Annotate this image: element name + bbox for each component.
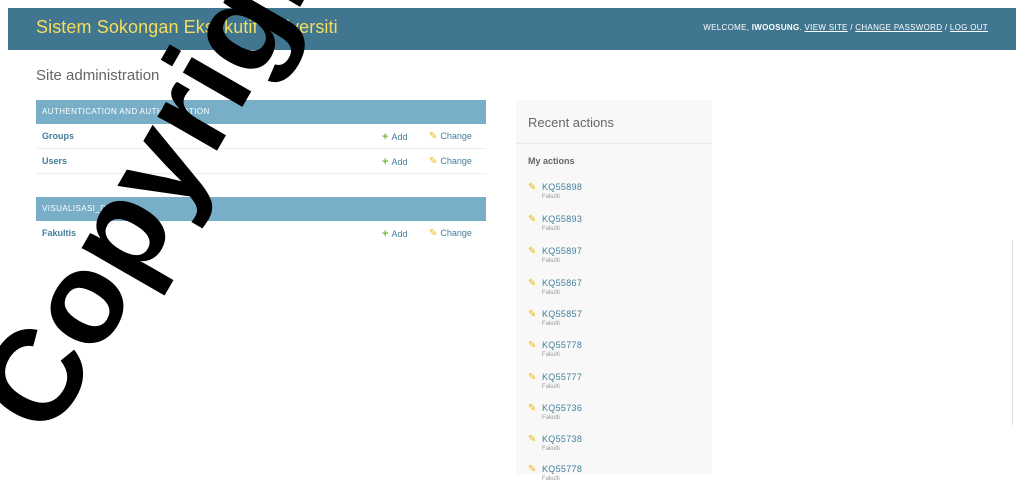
module-auth: Authentication and Authorization Groups …: [36, 100, 486, 174]
pencil-icon: ✎: [429, 228, 438, 239]
add-label: Add: [391, 157, 408, 167]
module-caption[interactable]: Visualisasi_Data: [36, 197, 486, 221]
change-fakultis-link[interactable]: ✎ Change: [429, 228, 472, 239]
site-header: Sistem Sokongan Eksekutif Universiti WEL…: [8, 8, 1016, 50]
action-object-link[interactable]: KQ55893: [542, 214, 582, 224]
model-row-users: Users + Add ✎ Change: [36, 149, 486, 174]
my-actions-heading: My actions: [528, 156, 575, 166]
model-link-fakultis[interactable]: Fakultis: [42, 228, 76, 238]
view-site-link[interactable]: VIEW SITE: [805, 23, 848, 32]
model-row-groups: Groups + Add ✎ Change: [36, 124, 486, 149]
module-visualisasi-data: Visualisasi_Data Fakultis + Add ✎ Change: [36, 197, 486, 245]
action-content-type: Fakulti: [542, 352, 560, 358]
action-content-type: Fakulti: [542, 226, 560, 232]
pencil-icon: ✎: [528, 340, 537, 351]
pencil-icon: ✎: [528, 372, 537, 383]
pencil-icon: ✎: [528, 246, 537, 257]
action-content-type: Fakulti: [542, 321, 560, 327]
pencil-icon: ✎: [528, 464, 537, 475]
change-label: Change: [440, 228, 472, 238]
action-item: ✎ KQ55893 Fakulti: [528, 214, 698, 244]
recent-actions-title: Recent actions: [528, 115, 614, 130]
action-item: ✎ KQ55857 Fakulti: [528, 309, 698, 339]
pencil-icon: ✎: [528, 182, 537, 193]
change-groups-link[interactable]: ✎ Change: [429, 131, 472, 142]
pencil-icon: ✎: [528, 309, 537, 320]
pencil-icon: ✎: [528, 434, 537, 445]
pencil-icon: ✎: [429, 156, 438, 167]
action-content-type: Fakulti: [542, 476, 560, 482]
pencil-icon: ✎: [528, 403, 537, 414]
add-users-link[interactable]: + Add: [382, 156, 407, 168]
add-label: Add: [391, 229, 408, 239]
model-link-users[interactable]: Users: [42, 156, 67, 166]
action-object-link[interactable]: KQ55736: [542, 403, 582, 413]
log-out-link[interactable]: LOG OUT: [950, 23, 988, 32]
action-item: ✎ KQ55736 Fakulti: [528, 403, 698, 433]
action-content-type: Fakulti: [542, 415, 560, 421]
action-item: ✎ KQ55777 Fakulti: [528, 372, 698, 402]
change-password-link[interactable]: CHANGE PASSWORD: [855, 23, 942, 32]
add-groups-link[interactable]: + Add: [382, 131, 407, 143]
action-content-type: Fakulti: [542, 290, 560, 296]
action-object-link[interactable]: KQ55777: [542, 372, 582, 382]
action-content-type: Fakulti: [542, 384, 560, 390]
change-label: Change: [440, 131, 472, 141]
action-content-type: Fakulti: [542, 194, 560, 200]
module-caption[interactable]: Authentication and Authorization: [36, 100, 486, 124]
divider: [516, 143, 712, 144]
username: IWOOSUNG: [751, 23, 800, 32]
action-item: ✎ KQ55898 Fakulti: [528, 182, 698, 212]
welcome-text: WELCOME,: [703, 23, 750, 32]
action-item: ✎ KQ55897 Fakulti: [528, 246, 698, 276]
pencil-icon: ✎: [429, 131, 438, 142]
pencil-icon: ✎: [528, 278, 537, 289]
model-row-fakultis: Fakultis + Add ✎ Change: [36, 221, 486, 245]
action-content-type: Fakulti: [542, 446, 560, 452]
action-object-link[interactable]: KQ55778: [542, 340, 582, 350]
add-label: Add: [391, 132, 408, 142]
action-object-link[interactable]: KQ55857: [542, 309, 582, 319]
plus-icon: +: [382, 131, 389, 143]
site-branding[interactable]: Sistem Sokongan Eksekutif Universiti: [36, 17, 338, 38]
action-object-link[interactable]: KQ55867: [542, 278, 582, 288]
change-label: Change: [440, 156, 472, 166]
action-item: ✎ KQ55778 Fakulti: [528, 464, 698, 494]
action-object-link[interactable]: KQ55898: [542, 182, 582, 192]
model-link-groups[interactable]: Groups: [42, 131, 74, 141]
recent-actions-panel: Recent actions My actions ✎ KQ55898 Faku…: [516, 100, 712, 482]
action-item: ✎ KQ55738 Fakulti: [528, 434, 698, 464]
change-users-link[interactable]: ✎ Change: [429, 156, 472, 167]
action-object-link[interactable]: KQ55897: [542, 246, 582, 256]
action-content-type: Fakulti: [542, 258, 560, 264]
pencil-icon: ✎: [528, 214, 537, 225]
action-item: ✎ KQ55778 Fakulti: [528, 340, 698, 370]
add-fakultis-link[interactable]: + Add: [382, 228, 407, 240]
plus-icon: +: [382, 228, 389, 240]
action-object-link[interactable]: KQ55738: [542, 434, 582, 444]
action-item: ✎ KQ55867 Fakulti: [528, 278, 698, 308]
plus-icon: +: [382, 156, 389, 168]
divider: [1012, 240, 1013, 425]
action-object-link[interactable]: KQ55778: [542, 464, 582, 474]
user-tools: WELCOME, IWOOSUNG. VIEW SITE / CHANGE PA…: [703, 23, 988, 32]
separator: /: [942, 23, 950, 32]
page-title: Site administration: [36, 67, 160, 84]
